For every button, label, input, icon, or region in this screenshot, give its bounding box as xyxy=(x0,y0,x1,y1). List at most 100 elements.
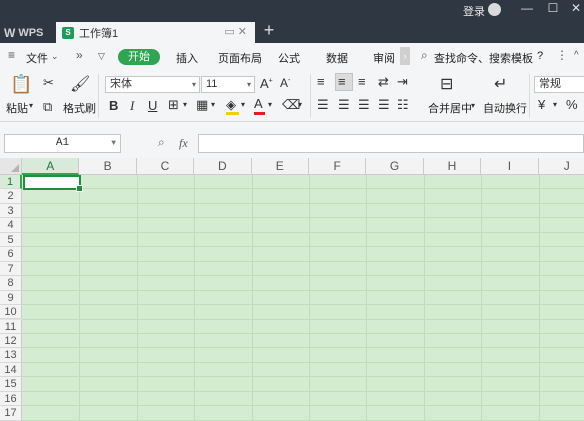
clear-dropdown-icon[interactable]: ▾ xyxy=(298,100,302,109)
login-link[interactable]: 登录 xyxy=(463,3,485,19)
column-header-e[interactable]: E xyxy=(251,158,309,175)
currency-dropdown-icon[interactable]: ▾ xyxy=(553,100,557,109)
bold-icon[interactable]: B xyxy=(109,98,118,113)
underline-icon[interactable]: U xyxy=(148,98,157,113)
copy-icon[interactable]: ⧉ xyxy=(43,99,52,115)
tab-close-icon[interactable]: ▭ ✕ xyxy=(224,25,247,38)
merge-center-button[interactable]: 合并居中 xyxy=(428,100,472,116)
row-header-3[interactable]: 3 xyxy=(0,203,22,219)
double-chevron-right-icon[interactable]: » xyxy=(76,48,83,62)
command-search[interactable]: 查找命令、搜索模板 xyxy=(434,50,533,66)
column-header-c[interactable]: C xyxy=(136,158,195,175)
column-header-g[interactable]: G xyxy=(366,158,424,175)
more-options-icon[interactable]: ⋮ xyxy=(556,48,568,62)
orientation-icon[interactable]: ⇄ xyxy=(378,74,389,90)
paste-dropdown-icon[interactable]: ▾ xyxy=(29,101,33,110)
tab-start[interactable]: 开始 xyxy=(118,49,160,65)
align-left-icon[interactable]: ☰ xyxy=(317,97,329,113)
merge-dropdown-icon[interactable]: ▾ xyxy=(211,100,215,109)
column-header-d[interactable]: D xyxy=(194,158,252,175)
row-header-15[interactable]: 15 xyxy=(0,377,22,392)
row-header-9[interactable]: 9 xyxy=(0,290,22,306)
borders-icon[interactable]: ⊞ xyxy=(168,97,179,113)
currency-icon[interactable]: ¥ xyxy=(538,97,545,112)
tab-formula[interactable]: 公式 xyxy=(278,50,300,66)
tab-workbook[interactable]: S 工作簿1 ▭ ✕ xyxy=(56,22,255,43)
italic-icon[interactable]: I xyxy=(130,98,134,114)
paste-icon[interactable]: 📋 xyxy=(10,74,32,95)
collapse-ribbon-icon[interactable]: ^ xyxy=(574,50,579,61)
row-header-12[interactable]: 12 xyxy=(0,333,22,349)
maximize-icon[interactable]: ☐ xyxy=(545,1,561,15)
row-header-10[interactable]: 10 xyxy=(0,305,22,320)
row-header-16[interactable]: 16 xyxy=(0,391,22,407)
borders-dropdown-icon[interactable]: ▾ xyxy=(183,100,187,109)
tab-review[interactable]: 审阅 xyxy=(373,50,395,66)
wrap-text-button[interactable]: 自动换行 xyxy=(483,100,527,116)
row-header-7[interactable]: 7 xyxy=(0,261,22,277)
increase-font-icon[interactable]: A+ xyxy=(260,76,273,91)
tab-page-layout[interactable]: 页面布局 xyxy=(218,50,262,66)
align-bottom-icon[interactable]: ≡ xyxy=(358,74,366,89)
row-header-13[interactable]: 13 xyxy=(0,348,22,363)
indent-icon[interactable]: ⇥ xyxy=(397,74,408,90)
row-header-8[interactable]: 8 xyxy=(0,276,22,291)
column-header-b[interactable]: B xyxy=(79,158,137,175)
font-name-select[interactable]: 宋体 ▾ xyxy=(105,76,200,93)
font-color-icon[interactable]: A xyxy=(254,96,263,111)
zoom-icon[interactable]: ⌕ xyxy=(158,135,165,150)
fill-color-dropdown-icon[interactable]: ▾ xyxy=(241,100,245,109)
wps-logo[interactable]: W WPS xyxy=(4,24,43,42)
paste-button[interactable]: 粘贴 xyxy=(6,100,28,116)
column-header-a[interactable]: A xyxy=(22,158,80,175)
spreadsheet-grid[interactable]: ABCDEFGHIJ 1 2 3 4 5 6 7 8 9 10 11 12 13 14 15 16 17 xyxy=(0,158,584,421)
new-tab-button[interactable]: + xyxy=(260,21,278,41)
align-right-icon[interactable]: ☰ xyxy=(358,97,370,113)
column-header-h[interactable]: H xyxy=(423,158,482,175)
merge-center-dropdown-icon[interactable]: ▾ xyxy=(471,101,475,110)
row-header-17[interactable]: 17 xyxy=(0,406,22,421)
quick-access-dropdown-icon[interactable]: ▽ xyxy=(98,51,105,62)
merge-center-icon[interactable]: ⊟ xyxy=(440,74,453,94)
fill-color-icon[interactable]: ◈ xyxy=(226,97,236,113)
align-top-icon[interactable]: ≡ xyxy=(317,74,325,89)
row-header-5[interactable]: 5 xyxy=(0,232,22,248)
wrap-text-icon[interactable]: ↵ xyxy=(494,74,507,94)
format-painter-icon[interactable]: 🖌 xyxy=(70,74,90,94)
insert-function-button[interactable]: fx xyxy=(179,136,188,151)
name-box[interactable]: A1 ▼ xyxy=(4,134,121,153)
scroll-tabs-right-icon[interactable]: › xyxy=(400,47,410,65)
column-header-j[interactable]: J xyxy=(538,158,584,175)
font-size-select[interactable]: 11 ▾ xyxy=(201,76,255,93)
row-header-1[interactable]: 1 xyxy=(0,175,22,190)
row-header-4[interactable]: 4 xyxy=(0,218,22,233)
row-header-14[interactable]: 14 xyxy=(0,362,22,378)
row-header-6[interactable]: 6 xyxy=(0,247,22,262)
distributed-icon[interactable]: ☷ xyxy=(397,97,409,113)
merge-cells-icon[interactable]: ▦ xyxy=(196,97,208,113)
formula-input[interactable] xyxy=(198,134,584,153)
column-header-i[interactable]: I xyxy=(481,158,539,175)
cut-icon[interactable]: ✂ xyxy=(43,75,54,91)
row-header-11[interactable]: 11 xyxy=(0,319,22,334)
number-format-select[interactable]: 常规 xyxy=(534,76,584,93)
column-header-f[interactable]: F xyxy=(309,158,367,175)
format-painter-button[interactable]: 格式刷 xyxy=(63,100,96,116)
selected-cell[interactable] xyxy=(23,175,83,192)
avatar[interactable] xyxy=(488,3,501,16)
minimize-icon[interactable]: — xyxy=(519,1,535,15)
tab-insert[interactable]: 插入 xyxy=(176,50,198,66)
menu-file[interactable]: 文件 xyxy=(26,50,48,66)
decrease-font-icon[interactable]: A- xyxy=(280,76,290,90)
tab-data[interactable]: 数据 xyxy=(326,50,348,66)
row-header-2[interactable]: 2 xyxy=(0,189,22,204)
hamburger-menu-icon[interactable]: ≡ xyxy=(8,48,15,62)
align-center-icon[interactable]: ☰ xyxy=(338,97,350,113)
close-window-icon[interactable]: ✕ xyxy=(568,1,584,15)
font-color-dropdown-icon[interactable]: ▾ xyxy=(268,100,272,109)
select-all-corner[interactable] xyxy=(0,158,22,175)
chevron-down-icon[interactable]: ⌄ xyxy=(51,51,59,62)
help-button[interactable]: ? xyxy=(537,50,543,62)
justify-icon[interactable]: ☰ xyxy=(378,97,390,113)
percent-icon[interactable]: % xyxy=(566,97,578,112)
